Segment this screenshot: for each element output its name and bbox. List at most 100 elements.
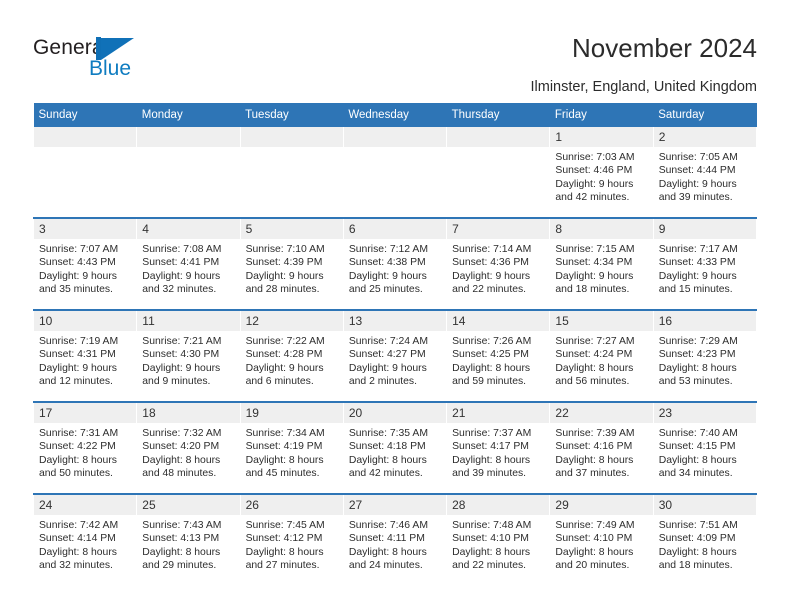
day-number: 29 (550, 495, 653, 515)
calendar-day-cell[interactable]: 2 Sunrise: 7:05 AM Sunset: 4:44 PM Daylight… (652, 127, 758, 218)
calendar-day-cell[interactable]: 1 Sunrise: 7:03 AM Sunset: 4:46 PM Daylight… (549, 127, 654, 218)
sun-info-line: Sunrise: 7:43 AM (142, 520, 222, 531)
sun-info-line: Sunset: 4:17 PM (452, 441, 529, 453)
calendar-day-cell[interactable]: 30 Sunrise: 7:51 AM Sunset: 4:09 PM Dayligh… (652, 493, 758, 585)
sun-info-line: Daylight: 9 hours (658, 178, 737, 190)
day-sun-info: Sunrise: 7:19 AM Sunset: 4:31 PM Daylight:… (34, 331, 136, 389)
day-sun-info: Sunrise: 7:08 AM Sunset: 4:41 PM Daylight:… (137, 239, 239, 297)
sun-info-line: Daylight: 8 hours (658, 546, 737, 558)
calendar-day-cell[interactable]: 22 Sunrise: 7:39 AM Sunset: 4:16 PM Dayligh… (549, 401, 654, 494)
calendar-day-cell[interactable]: 28 Sunrise: 7:48 AM Sunset: 4:10 PM Dayligh… (446, 493, 551, 585)
sun-info-line: and 53 minutes. (658, 376, 733, 388)
day-number: 24 (34, 495, 137, 515)
calendar-day-cell[interactable]: 25 Sunrise: 7:43 AM Sunset: 4:13 PM Dayligh… (136, 493, 241, 585)
day-number: 4 (137, 219, 240, 239)
day-number: 17 (34, 403, 137, 423)
sun-info-line: and 2 minutes. (348, 376, 418, 388)
calendar-day-cell[interactable]: 5 Sunrise: 7:10 AM Sunset: 4:39 PM Daylight… (239, 217, 344, 310)
calendar-day-cell[interactable]: 27 Sunrise: 7:46 AM Sunset: 4:11 PM Dayligh… (342, 493, 448, 585)
day-number: 28 (447, 495, 550, 515)
calendar-day-cell[interactable]: 14 Sunrise: 7:26 AM Sunset: 4:25 PM Dayligh… (446, 309, 551, 402)
calendar-week-row: 24 Sunrise: 7:42 AM Sunset: 4:14 PM Dayligh… (32, 493, 758, 585)
day-number: 15 (550, 311, 653, 331)
day-sun-info: Sunrise: 7:39 AM Sunset: 4:16 PM Daylight:… (550, 423, 652, 481)
calendar-day-cell[interactable]: 4 Sunrise: 7:08 AM Sunset: 4:41 PM Daylight… (136, 217, 241, 310)
calendar-day-cell[interactable]: 13 Sunrise: 7:24 AM Sunset: 4:27 PM Dayligh… (342, 309, 448, 402)
day-sun-info: Sunrise: 7:10 AM Sunset: 4:39 PM Daylight:… (241, 239, 343, 297)
day-sun-info: Sunrise: 7:07 AM Sunset: 4:43 PM Daylight:… (34, 239, 136, 297)
day-sun-info: Sunrise: 7:12 AM Sunset: 4:38 PM Daylight:… (344, 239, 446, 297)
day-sun-info: Sunrise: 7:27 AM Sunset: 4:24 PM Daylight:… (550, 331, 652, 389)
calendar-day-cell[interactable]: 29 Sunrise: 7:49 AM Sunset: 4:10 PM Dayligh… (549, 493, 654, 585)
sun-info-line: Sunrise: 7:32 AM (142, 428, 222, 439)
calendar-day-cell[interactable]: 24 Sunrise: 7:42 AM Sunset: 4:14 PM Dayligh… (32, 493, 138, 585)
calendar-day-cell[interactable]: 21 Sunrise: 7:37 AM Sunset: 4:17 PM Dayligh… (446, 401, 551, 494)
sun-info-line: Sunrise: 7:03 AM (555, 152, 635, 163)
sun-info-line: Sunset: 4:14 PM (39, 533, 116, 545)
sun-info-line: and 25 minutes. (348, 284, 423, 296)
brand-name-blue: Blue (89, 57, 132, 80)
calendar-day-cell[interactable]: 9 Sunrise: 7:17 AM Sunset: 4:33 PM Daylight… (652, 217, 758, 310)
calendar-day-cell[interactable]: 16 Sunrise: 7:29 AM Sunset: 4:23 PM Dayligh… (652, 309, 758, 402)
calendar-day-cell[interactable]: 11 Sunrise: 7:21 AM Sunset: 4:30 PM Dayligh… (136, 309, 241, 402)
day-sun-info (344, 147, 446, 151)
sun-info-line: Sunset: 4:18 PM (348, 441, 426, 453)
calendar-day-cell[interactable]: 15 Sunrise: 7:27 AM Sunset: 4:24 PM Dayligh… (549, 309, 654, 402)
sun-info-line: Daylight: 8 hours (555, 454, 634, 466)
day-sun-info (447, 147, 549, 151)
sun-info-line: and 15 minutes. (658, 284, 733, 296)
sun-info-line: Daylight: 9 hours (555, 270, 634, 282)
calendar-day-cell[interactable]: 26 Sunrise: 7:45 AM Sunset: 4:12 PM Dayligh… (239, 493, 344, 585)
sun-info-line: Sunrise: 7:10 AM (245, 244, 325, 255)
calendar-day-cell[interactable]: 10 Sunrise: 7:19 AM Sunset: 4:31 PM Dayligh… (32, 309, 138, 402)
sun-info-line: Sunset: 4:33 PM (658, 257, 736, 269)
sun-info-line: Daylight: 9 hours (39, 362, 117, 374)
sun-info-line: Sunset: 4:41 PM (142, 257, 220, 269)
calendar-day-cell[interactable]: 18 Sunrise: 7:32 AM Sunset: 4:20 PM Dayligh… (136, 401, 241, 494)
day-sun-info: Sunrise: 7:34 AM Sunset: 4:19 PM Daylight:… (241, 423, 343, 481)
sun-info-line: Sunset: 4:16 PM (555, 441, 633, 453)
calendar-day-cell[interactable]: 8 Sunrise: 7:15 AM Sunset: 4:34 PM Daylight… (549, 217, 654, 310)
day-number: 9 (653, 219, 756, 239)
calendar-day-cell[interactable]: 12 Sunrise: 7:22 AM Sunset: 4:28 PM Dayligh… (239, 309, 344, 402)
day-number: 30 (653, 495, 756, 515)
calendar-day-cell[interactable]: 17 Sunrise: 7:31 AM Sunset: 4:22 PM Dayligh… (32, 401, 138, 494)
weekday-header-monday: Monday (136, 103, 241, 127)
day-number (447, 127, 550, 147)
sun-info-line: Sunset: 4:28 PM (245, 349, 323, 361)
calendar-day-cell[interactable]: 3 Sunrise: 7:07 AM Sunset: 4:43 PM Daylight… (32, 217, 138, 310)
calendar-day-cell[interactable]: 6 Sunrise: 7:12 AM Sunset: 4:38 PM Daylight… (342, 217, 448, 310)
sun-info-line: Daylight: 8 hours (142, 454, 221, 466)
sun-info-line: Sunrise: 7:46 AM (348, 520, 428, 531)
page-header: General Blue November 2024 Ilminster, En… (0, 0, 792, 100)
day-sun-info: Sunrise: 7:51 AM Sunset: 4:09 PM Daylight:… (654, 515, 756, 573)
sun-info-line: Daylight: 9 hours (348, 362, 427, 374)
sun-info-line: Daylight: 8 hours (245, 546, 324, 558)
sun-info-line: Sunrise: 7:08 AM (142, 244, 222, 255)
day-sun-info (137, 147, 239, 151)
day-sun-info: Sunrise: 7:26 AM Sunset: 4:25 PM Daylight:… (447, 331, 549, 389)
calendar-day-cell[interactable]: 23 Sunrise: 7:40 AM Sunset: 4:15 PM Dayligh… (652, 401, 758, 494)
sun-info-line: and 6 minutes. (245, 376, 314, 388)
sun-info-line: Sunrise: 7:21 AM (142, 336, 222, 347)
sun-info-line: Sunset: 4:12 PM (245, 533, 323, 545)
day-sun-info: Sunrise: 7:48 AM Sunset: 4:10 PM Daylight:… (447, 515, 549, 573)
sun-info-line: Sunrise: 7:39 AM (555, 428, 635, 439)
sun-info-line: and 20 minutes. (555, 560, 630, 572)
sun-info-line: Sunrise: 7:24 AM (348, 336, 428, 347)
sun-info-line: Sunset: 4:10 PM (555, 533, 633, 545)
calendar-day-cell[interactable]: 7 Sunrise: 7:14 AM Sunset: 4:36 PM Daylight… (446, 217, 551, 310)
sun-info-line: Sunrise: 7:26 AM (452, 336, 532, 347)
sun-info-line: Daylight: 9 hours (142, 362, 221, 374)
sun-info-line: Sunrise: 7:35 AM (348, 428, 428, 439)
calendar-day-cell[interactable]: 20 Sunrise: 7:35 AM Sunset: 4:18 PM Dayligh… (342, 401, 448, 494)
sun-info-line: and 32 minutes. (142, 284, 217, 296)
sun-info-line: and 59 minutes. (452, 376, 527, 388)
sun-info-line: Sunset: 4:39 PM (245, 257, 323, 269)
day-sun-info: Sunrise: 7:05 AM Sunset: 4:44 PM Daylight:… (654, 147, 756, 205)
sun-info-line: Daylight: 8 hours (348, 546, 427, 558)
sun-info-line: Sunset: 4:11 PM (348, 533, 425, 545)
brand-logo[interactable]: General Blue (33, 36, 203, 86)
calendar-day-cell[interactable]: 19 Sunrise: 7:34 AM Sunset: 4:19 PM Dayligh… (239, 401, 344, 494)
sun-info-line: and 48 minutes. (142, 468, 217, 480)
